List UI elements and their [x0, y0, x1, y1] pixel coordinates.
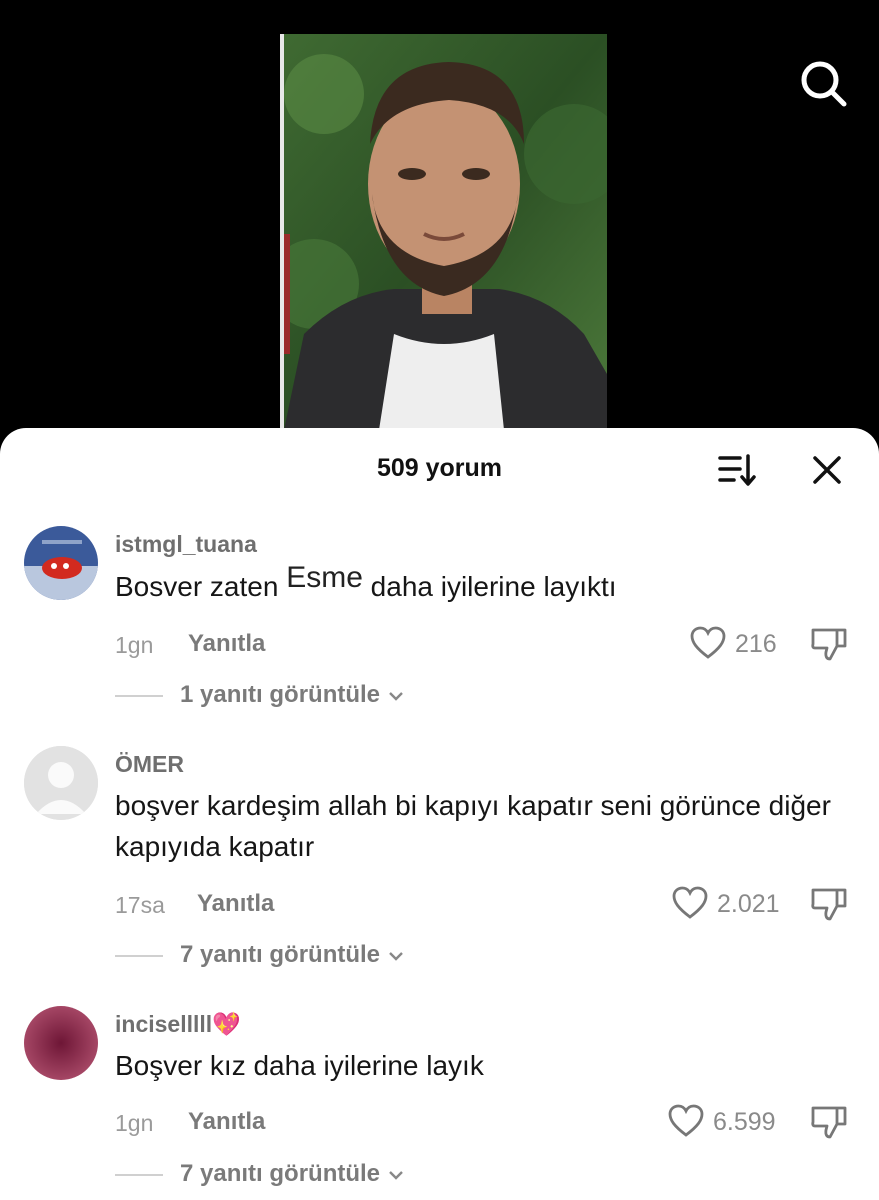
- comment-text: Bosver zaten Esme daha iyilerine layıktı: [115, 561, 865, 607]
- like-count: 6.599: [713, 1108, 776, 1136]
- comment-text: Boşver kız daha iyilerine layık: [115, 1050, 484, 1081]
- heart-icon[interactable]: [672, 886, 708, 920]
- thumbs-down-icon[interactable]: [810, 885, 848, 923]
- comment-username[interactable]: istmgl_tuana: [115, 531, 257, 558]
- comment-text-inserted: Esme: [286, 561, 363, 594]
- close-icon[interactable]: [812, 455, 842, 485]
- thumbs-down-icon[interactable]: [810, 1103, 848, 1141]
- thumbs-down-icon[interactable]: [810, 625, 848, 663]
- video-thumbnail[interactable]: [280, 34, 607, 430]
- video-area[interactable]: [0, 0, 879, 460]
- sparkling-heart-emoji: 💖: [212, 1011, 241, 1037]
- view-replies-button[interactable]: 1 yanıtı görüntüle: [180, 681, 405, 709]
- heart-icon[interactable]: [668, 1104, 704, 1138]
- comment-text-after: daha iyilerine layıktı: [370, 571, 617, 602]
- comments-sheet: 509 yorum istmgl_tuana Bosver zaten Esme…: [0, 428, 879, 1200]
- reply-button[interactable]: Yanıtla: [188, 630, 265, 658]
- comment-username[interactable]: ÖMER: [115, 751, 184, 778]
- chevron-down-icon: [388, 952, 403, 961]
- chevron-down-icon: [388, 692, 403, 701]
- like-count: 2.021: [717, 890, 780, 918]
- reply-button[interactable]: Yanıtla: [197, 890, 274, 918]
- comment-text: boşver kardeşim allah bi kapıyı kapatır …: [115, 790, 831, 862]
- username-text: inciselllll: [115, 1011, 213, 1037]
- view-replies-label: 7 yanıtı görüntüle: [180, 1160, 381, 1187]
- sort-icon[interactable]: [718, 452, 758, 488]
- reply-button[interactable]: Yanıtla: [188, 1108, 265, 1136]
- comment-username[interactable]: inciselllll💖: [115, 1011, 241, 1038]
- comment-time: 17sa: [115, 892, 165, 918]
- avatar[interactable]: [24, 526, 98, 600]
- comment-time: 1gn: [115, 632, 154, 658]
- heart-icon[interactable]: [690, 626, 726, 660]
- view-replies-button[interactable]: 7 yanıtı görüntüle: [180, 1160, 405, 1188]
- divider-line: [115, 695, 163, 697]
- avatar[interactable]: [24, 1006, 98, 1080]
- view-replies-button[interactable]: 7 yanıtı görüntüle: [180, 941, 405, 969]
- avatar[interactable]: [24, 746, 98, 820]
- divider-line: [115, 1174, 163, 1176]
- search-icon[interactable]: [796, 56, 852, 112]
- chevron-down-icon: [388, 1171, 403, 1180]
- comment-text-before: Bosver zaten: [115, 571, 279, 602]
- view-replies-label: 7 yanıtı görüntüle: [180, 941, 381, 968]
- divider-line: [115, 955, 163, 957]
- view-replies-label: 1 yanıtı görüntüle: [180, 681, 381, 708]
- comment-time: 1gn: [115, 1110, 154, 1136]
- like-count: 216: [735, 630, 777, 658]
